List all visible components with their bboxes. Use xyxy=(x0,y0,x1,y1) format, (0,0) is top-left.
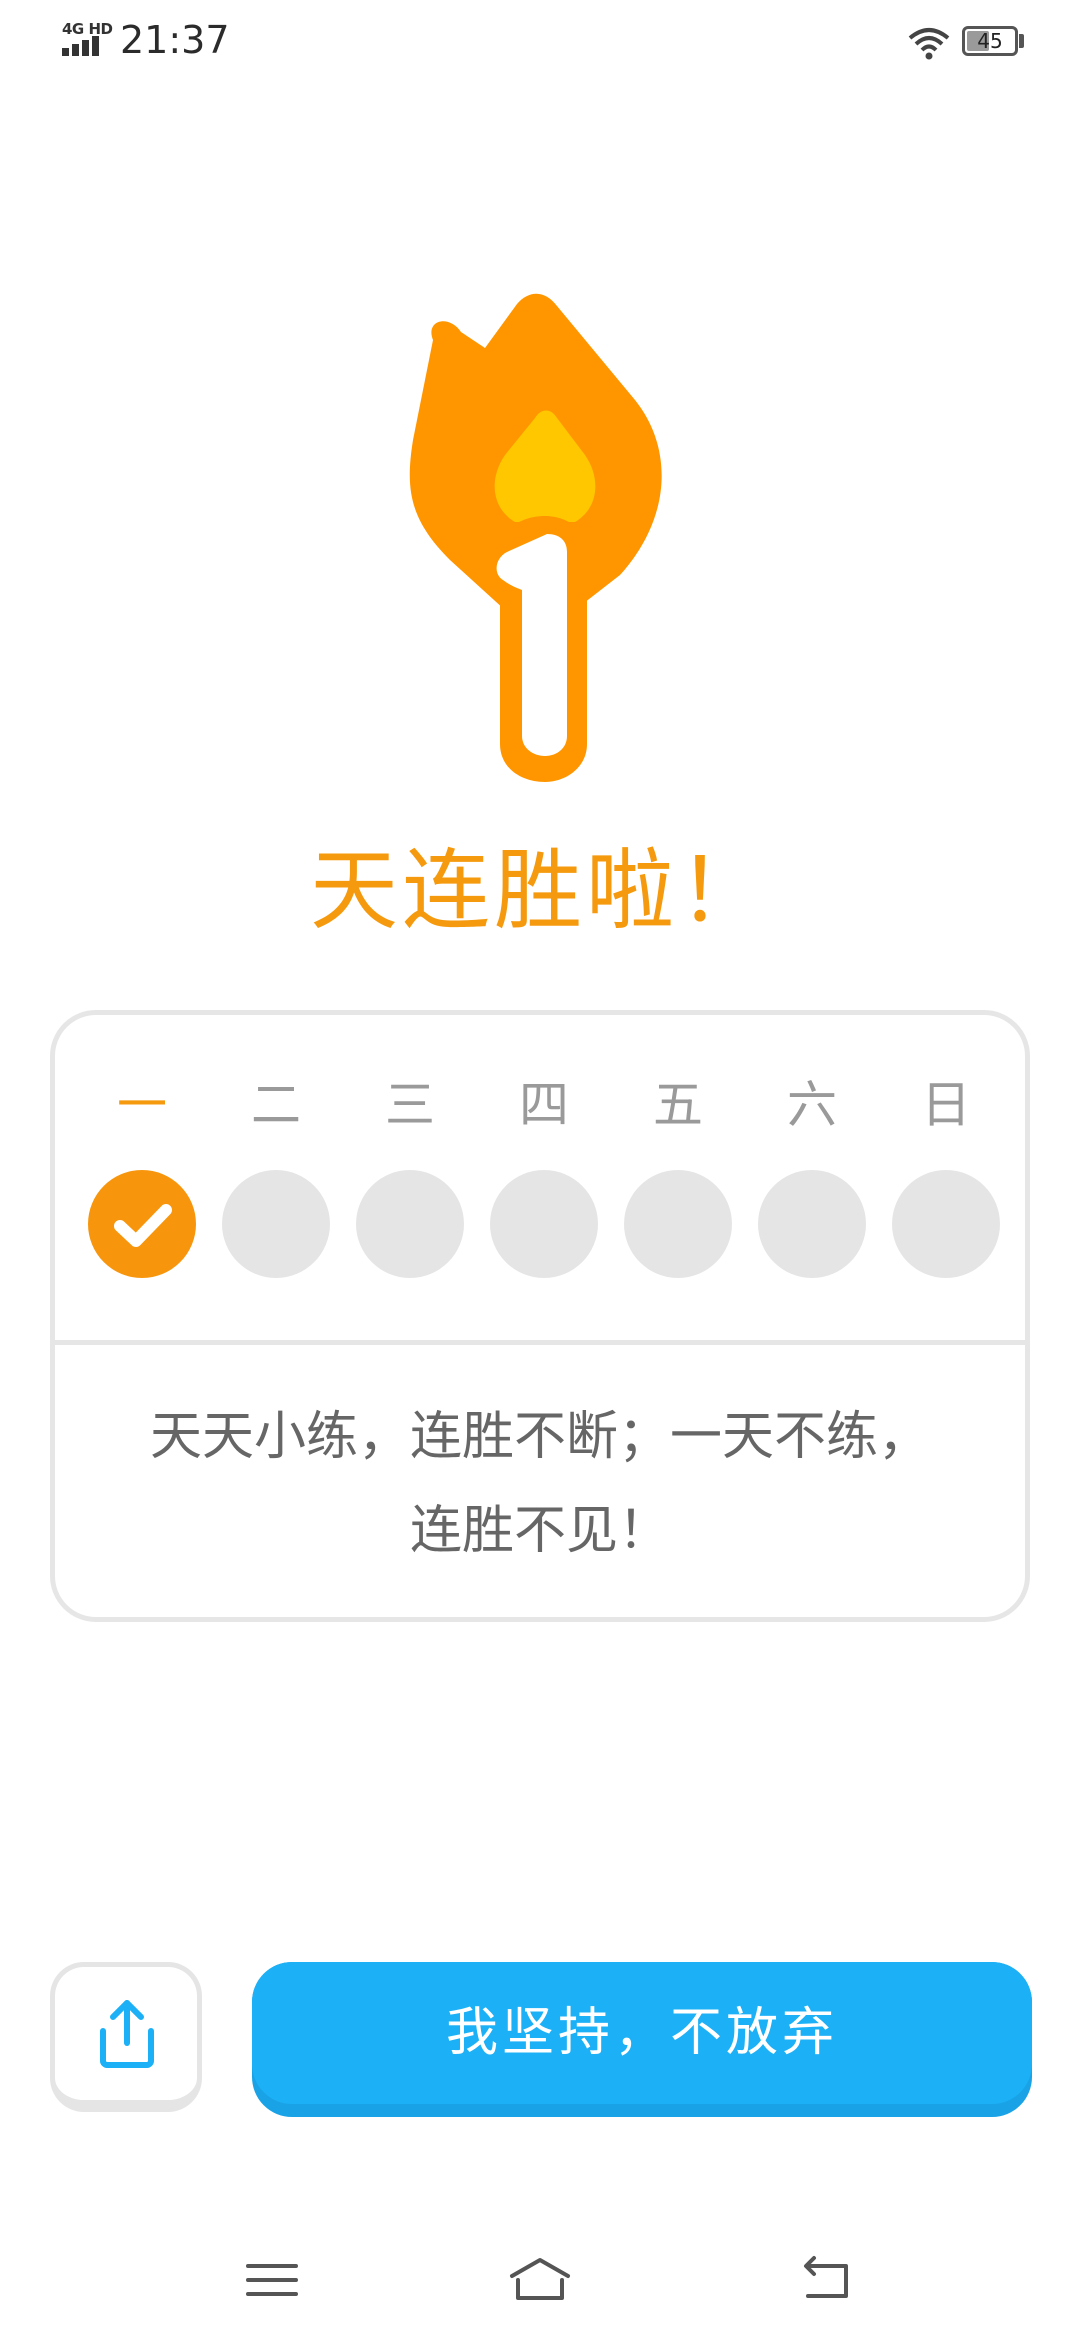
motto-line-1: 天天小练，连胜不断；一天不练， xyxy=(149,1407,930,1467)
motto-line-2: 连胜不见！ xyxy=(409,1501,670,1561)
weekday-label-tue: 二 xyxy=(251,1076,301,1134)
day-dot-wed xyxy=(356,1170,464,1278)
weekday-label-fri: 五 xyxy=(653,1076,703,1134)
streak-flame-icon xyxy=(409,293,662,782)
back-icon[interactable] xyxy=(794,2254,858,2306)
card-divider xyxy=(55,1340,1025,1345)
status-bar: 4G HD 21:37 45 xyxy=(0,0,1080,90)
day-dot-sun xyxy=(892,1170,1000,1278)
weekday-label-sat: 六 xyxy=(787,1076,837,1134)
check-icon xyxy=(114,1204,172,1247)
weekday-label-thu: 四 xyxy=(519,1076,569,1134)
motto-text: 天天小练，连胜不断；一天不练， 连胜不见！ xyxy=(95,1390,985,1578)
keep-going-button-label: 我坚持，不放弃 xyxy=(445,2003,838,2063)
signal-icon xyxy=(62,36,99,56)
wifi-icon xyxy=(908,28,950,60)
clock: 21:37 xyxy=(120,18,230,62)
battery-percent: 45 xyxy=(977,29,1003,53)
home-icon[interactable] xyxy=(508,2254,572,2306)
day-dot-thu xyxy=(490,1170,598,1278)
weekday-label-wed: 三 xyxy=(385,1076,435,1134)
battery-cap xyxy=(1019,34,1024,48)
system-nav-bar xyxy=(0,2220,1080,2340)
keep-going-button[interactable]: 我坚持，不放弃 xyxy=(252,1962,1032,2117)
weekday-label-sun: 日 xyxy=(921,1076,971,1134)
share-button[interactable] xyxy=(50,1962,202,2112)
menu-icon[interactable] xyxy=(240,2254,304,2306)
weekday-label-mon: 一 xyxy=(117,1076,167,1134)
day-dot-tue xyxy=(222,1170,330,1278)
share-icon xyxy=(100,2000,154,2068)
week-streak-card: 一 二 三 四 五 六 日 天天小练，连胜不断；一天不练， 连胜不见！ xyxy=(50,1010,1030,1622)
day-dot-sat xyxy=(758,1170,866,1278)
day-dot-fri xyxy=(624,1170,732,1278)
streak-headline: 天连胜啦！ xyxy=(309,839,770,942)
day-dot-mon xyxy=(88,1170,196,1278)
weekday-labels: 一 二 三 四 五 六 日 xyxy=(55,1065,1025,1135)
